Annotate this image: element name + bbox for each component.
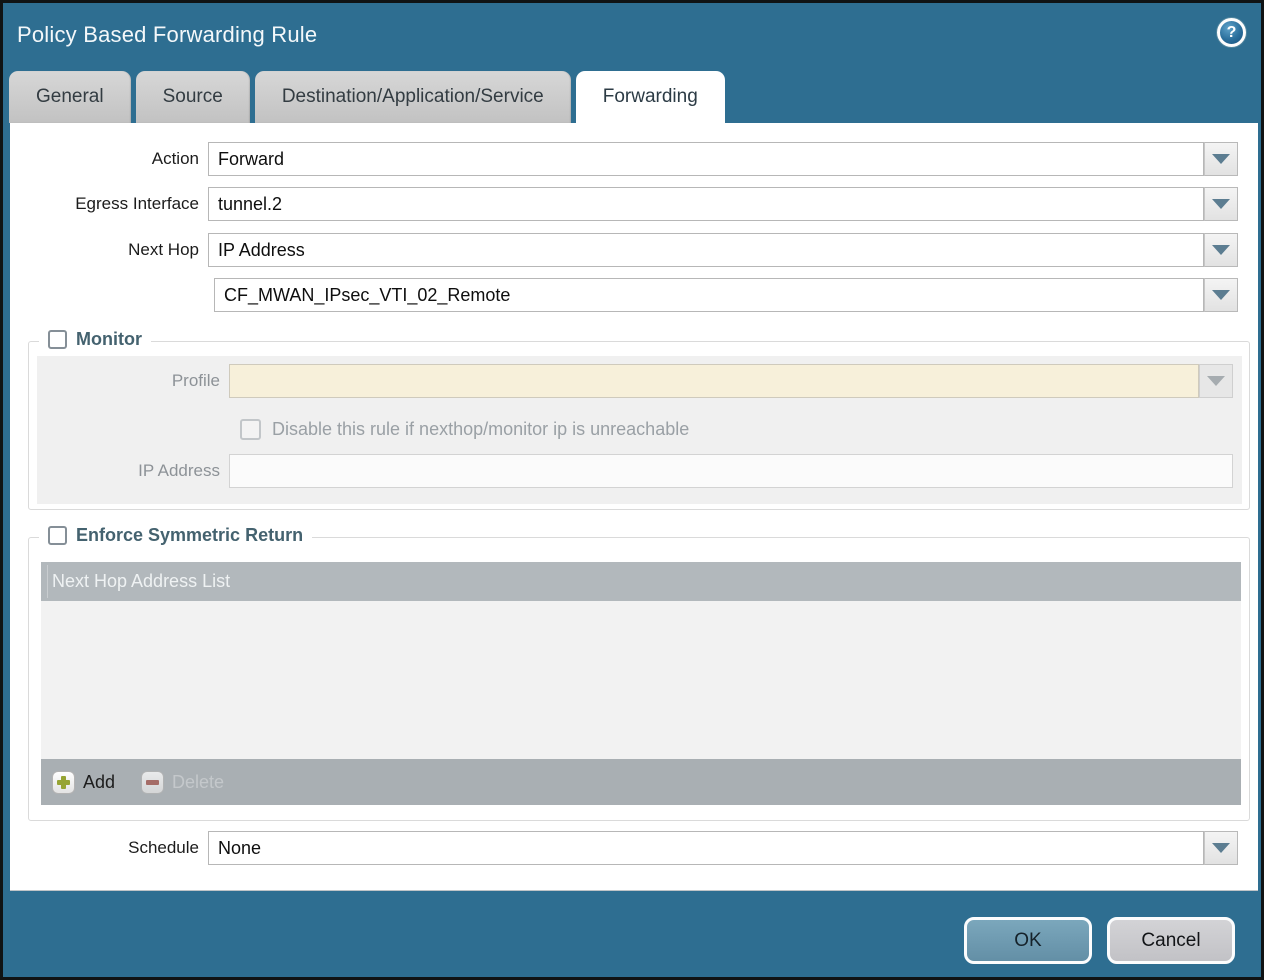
egress-interface-row: Egress Interface tunnel.2 [10,187,1238,221]
egress-interface-value: tunnel.2 [218,194,282,215]
next-hop-value: IP Address [218,240,305,261]
action-row: Action Forward [10,142,1238,176]
chevron-down-icon [1212,843,1230,853]
chevron-down-icon [1212,245,1230,255]
profile-label: Profile [37,371,229,391]
next-hop-address-value: CF_MWAN_IPsec_VTI_02_Remote [224,285,510,306]
monitor-ip-address-row: IP Address [37,454,1233,488]
monitor-legend-label: Monitor [76,329,142,350]
next-hop-dropdown-button[interactable] [1204,233,1238,267]
chevron-down-icon [1212,154,1230,164]
tab-forwarding[interactable]: Forwarding [576,71,725,123]
chevron-down-icon [1212,199,1230,209]
monitor-fieldset: Monitor Profile Disable this rule if n [28,341,1250,510]
next-hop-address-list-body[interactable] [41,601,1241,759]
profile-dropdown-button [1199,364,1233,398]
next-hop-select[interactable]: IP Address [208,233,1204,267]
symmetric-return-legend-label: Enforce Symmetric Return [76,525,303,546]
profile-select [229,364,1199,398]
dialog-title: Policy Based Forwarding Rule [17,22,317,48]
table-toolbar: Add Delete [41,759,1241,805]
forwarding-panel: Action Forward Egress Interface tunnel.2… [10,123,1258,891]
next-hop-row: Next Hop IP Address [10,233,1238,267]
chevron-down-icon [1212,290,1230,300]
egress-interface-dropdown-button[interactable] [1204,187,1238,221]
monitor-legend: Monitor [39,329,151,350]
next-hop-label: Next Hop [10,240,208,260]
egress-interface-select[interactable]: tunnel.2 [208,187,1204,221]
add-button-label: Add [83,772,115,793]
next-hop-address-select[interactable]: CF_MWAN_IPsec_VTI_02_Remote [214,278,1204,312]
action-dropdown-button[interactable] [1204,142,1238,176]
egress-interface-label: Egress Interface [10,194,208,214]
monitor-ip-address-label: IP Address [37,461,229,481]
disable-rule-label: Disable this rule if nexthop/monitor ip … [261,419,689,440]
disable-rule-checkbox [240,419,261,440]
delete-button-label: Delete [172,772,224,793]
pbf-rule-dialog: Policy Based Forwarding Rule ? General S… [0,0,1264,980]
cancel-button[interactable]: Cancel [1107,917,1235,964]
schedule-value: None [218,838,261,859]
symmetric-return-legend: Enforce Symmetric Return [39,525,312,546]
add-button[interactable]: Add [52,771,115,794]
profile-row: Profile [37,364,1233,398]
tab-destination-application-service[interactable]: Destination/Application/Service [255,71,571,123]
monitor-ip-address-input [229,454,1233,488]
next-hop-address-list-header-label: Next Hop Address List [52,571,230,592]
help-icon[interactable]: ? [1217,18,1246,47]
ok-button[interactable]: OK [964,917,1092,964]
tab-general[interactable]: General [9,71,131,123]
action-value: Forward [218,149,284,170]
add-icon [52,771,75,794]
chevron-down-icon [1207,376,1225,386]
schedule-label: Schedule [10,838,208,858]
action-label: Action [10,149,208,169]
next-hop-address-list-header[interactable]: Next Hop Address List [41,562,1241,601]
schedule-row: Schedule None [10,831,1238,865]
delete-button: Delete [141,771,224,794]
disable-rule-row: Disable this rule if nexthop/monitor ip … [240,412,689,446]
tab-source[interactable]: Source [136,71,250,123]
symmetric-return-checkbox[interactable] [48,526,67,545]
tab-bar: General Source Destination/Application/S… [9,71,1255,123]
action-select[interactable]: Forward [208,142,1204,176]
schedule-select[interactable]: None [208,831,1204,865]
schedule-dropdown-button[interactable] [1204,831,1238,865]
next-hop-address-list-table: Next Hop Address List Add Delete [41,562,1241,805]
next-hop-address-dropdown-button[interactable] [1204,278,1238,312]
next-hop-address-row: CF_MWAN_IPsec_VTI_02_Remote [10,278,1238,312]
delete-icon [141,771,164,794]
monitor-checkbox[interactable] [48,330,67,349]
monitor-disabled-panel: Profile Disable this rule if nexthop/mon… [37,356,1242,504]
symmetric-return-fieldset: Enforce Symmetric Return Next Hop Addres… [28,537,1250,821]
dialog-titlebar: Policy Based Forwarding Rule ? [3,3,1261,65]
